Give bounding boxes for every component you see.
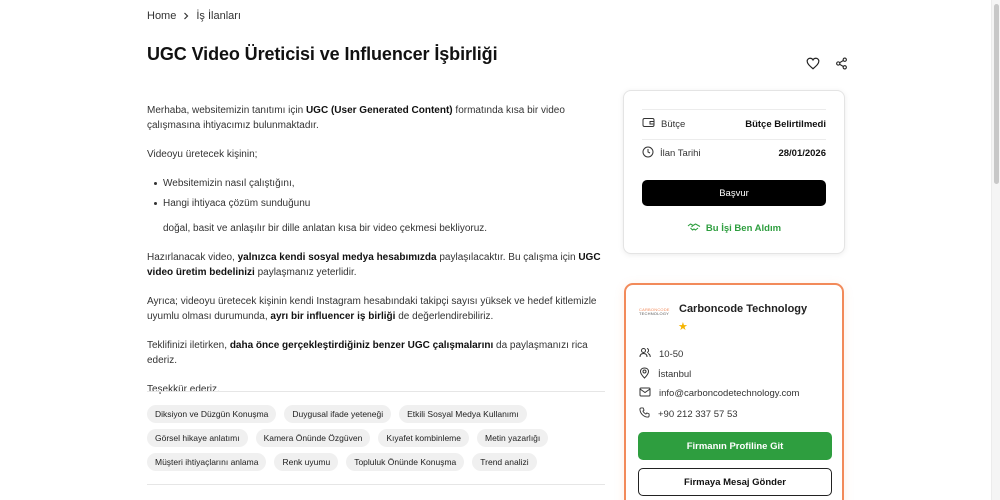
mail-icon bbox=[639, 387, 651, 400]
company-location: İstanbul bbox=[639, 367, 691, 382]
skill-tag[interactable]: Kıyafet kombinleme bbox=[378, 429, 469, 447]
skill-tag[interactable]: Duygusal ifade yeteneği bbox=[284, 405, 392, 423]
company-name[interactable]: Carboncode Technology bbox=[679, 303, 807, 315]
breadcrumb-home[interactable]: Home bbox=[147, 10, 176, 22]
divider bbox=[147, 484, 605, 485]
skill-tag[interactable]: Metin yazarlığı bbox=[477, 429, 549, 447]
location-icon bbox=[639, 367, 650, 382]
took-job-label: Bu İşi Ben Aldım bbox=[705, 223, 782, 234]
description-paragraph: Hazırlanacak video, yalnızca kendi sosya… bbox=[147, 252, 601, 278]
phone-icon bbox=[639, 407, 650, 421]
description-paragraph: Videoyu üretecek kişinin; bbox=[147, 149, 258, 160]
breadcrumb: Home İş İlanları bbox=[147, 10, 241, 22]
skill-tags: Diksiyon ve Düzgün Konuşma Duygusal ifad… bbox=[147, 405, 607, 471]
description-paragraph: Teklifinizi iletirken, daha önce gerçekl… bbox=[147, 340, 588, 366]
skill-tag[interactable]: Görsel hikaye anlatımı bbox=[147, 429, 248, 447]
description-paragraph: Merhaba, websitemizin tanıtımı için UGC … bbox=[147, 105, 565, 131]
breadcrumb-current[interactable]: İş İlanları bbox=[196, 10, 241, 22]
star-icon: ★ bbox=[678, 321, 688, 333]
employee-count: 10-50 bbox=[639, 347, 683, 361]
list-item: Websitemizin nasıl çalıştığını, bbox=[147, 176, 607, 191]
date-label: İlan Tarihi bbox=[660, 147, 701, 159]
description-list: Websitemizin nasıl çalıştığını, Hangi ih… bbox=[147, 176, 607, 211]
took-job-link[interactable]: Bu İşi Ben Aldım bbox=[624, 222, 844, 235]
skill-tag[interactable]: Topluluk Önünde Konuşma bbox=[346, 453, 465, 471]
company-phone[interactable]: +90 212 337 57 53 bbox=[639, 407, 738, 421]
skill-tag[interactable]: Trend analizi bbox=[472, 453, 537, 471]
wallet-icon bbox=[642, 117, 655, 131]
divider bbox=[642, 139, 826, 140]
send-message-button[interactable]: Firmaya Mesaj Gönder bbox=[638, 468, 832, 496]
skill-tag[interactable]: Kamera Önünde Özgüven bbox=[255, 429, 371, 447]
title-actions bbox=[805, 55, 849, 71]
company-profile-button[interactable]: Firmanın Profiline Git bbox=[638, 432, 832, 460]
chevron-right-icon bbox=[182, 12, 190, 20]
description-paragraph: Ayrıca; videoyu üretecek kişinin kendi I… bbox=[147, 296, 597, 322]
clock-icon bbox=[642, 146, 654, 161]
scrollbar[interactable] bbox=[991, 0, 1000, 500]
divider bbox=[642, 109, 826, 110]
apply-button[interactable]: Başvur bbox=[642, 180, 826, 206]
company-card: CARBONCODE TECHNOLOGY Carboncode Technol… bbox=[624, 283, 844, 500]
divider bbox=[147, 391, 605, 392]
description-paragraph: Teşekkür ederiz. bbox=[147, 384, 220, 395]
company-logo: CARBONCODE TECHNOLOGY bbox=[639, 306, 670, 316]
company-email[interactable]: info@carboncodetechnology.com bbox=[639, 387, 799, 400]
budget-value: Bütçe Belirtilmedi bbox=[745, 118, 826, 130]
job-description: Merhaba, websitemizin tanıtımı için UGC … bbox=[147, 103, 607, 411]
job-summary-card: Bütçe Bütçe Belirtilmedi İlan Tarihi 28/… bbox=[623, 90, 845, 254]
budget-row: Bütçe Bütçe Belirtilmedi bbox=[642, 115, 826, 133]
heart-icon[interactable] bbox=[805, 55, 821, 71]
date-value: 28/01/2026 bbox=[778, 147, 826, 159]
skill-tag[interactable]: Diksiyon ve Düzgün Konuşma bbox=[147, 405, 277, 423]
date-row: İlan Tarihi 28/01/2026 bbox=[642, 144, 826, 162]
description-line: doğal, basit ve anlaşılır bir dille anla… bbox=[163, 223, 488, 234]
page-title: UGC Video Üreticisi ve Influencer İşbirl… bbox=[147, 44, 498, 64]
skill-tag[interactable]: Renk uyumu bbox=[274, 453, 339, 471]
users-icon bbox=[639, 347, 651, 361]
list-item: Hangi ihtiyaca çözüm sunduğunu bbox=[147, 196, 607, 211]
share-icon[interactable] bbox=[833, 55, 849, 71]
handshake-icon bbox=[687, 222, 701, 235]
scrollbar-thumb[interactable] bbox=[994, 4, 999, 184]
skill-tag[interactable]: Etkili Sosyal Medya Kullanımı bbox=[399, 405, 527, 423]
skill-tag[interactable]: Müşteri ihtiyaçlarını anlama bbox=[147, 453, 267, 471]
budget-label: Bütçe bbox=[661, 118, 686, 130]
